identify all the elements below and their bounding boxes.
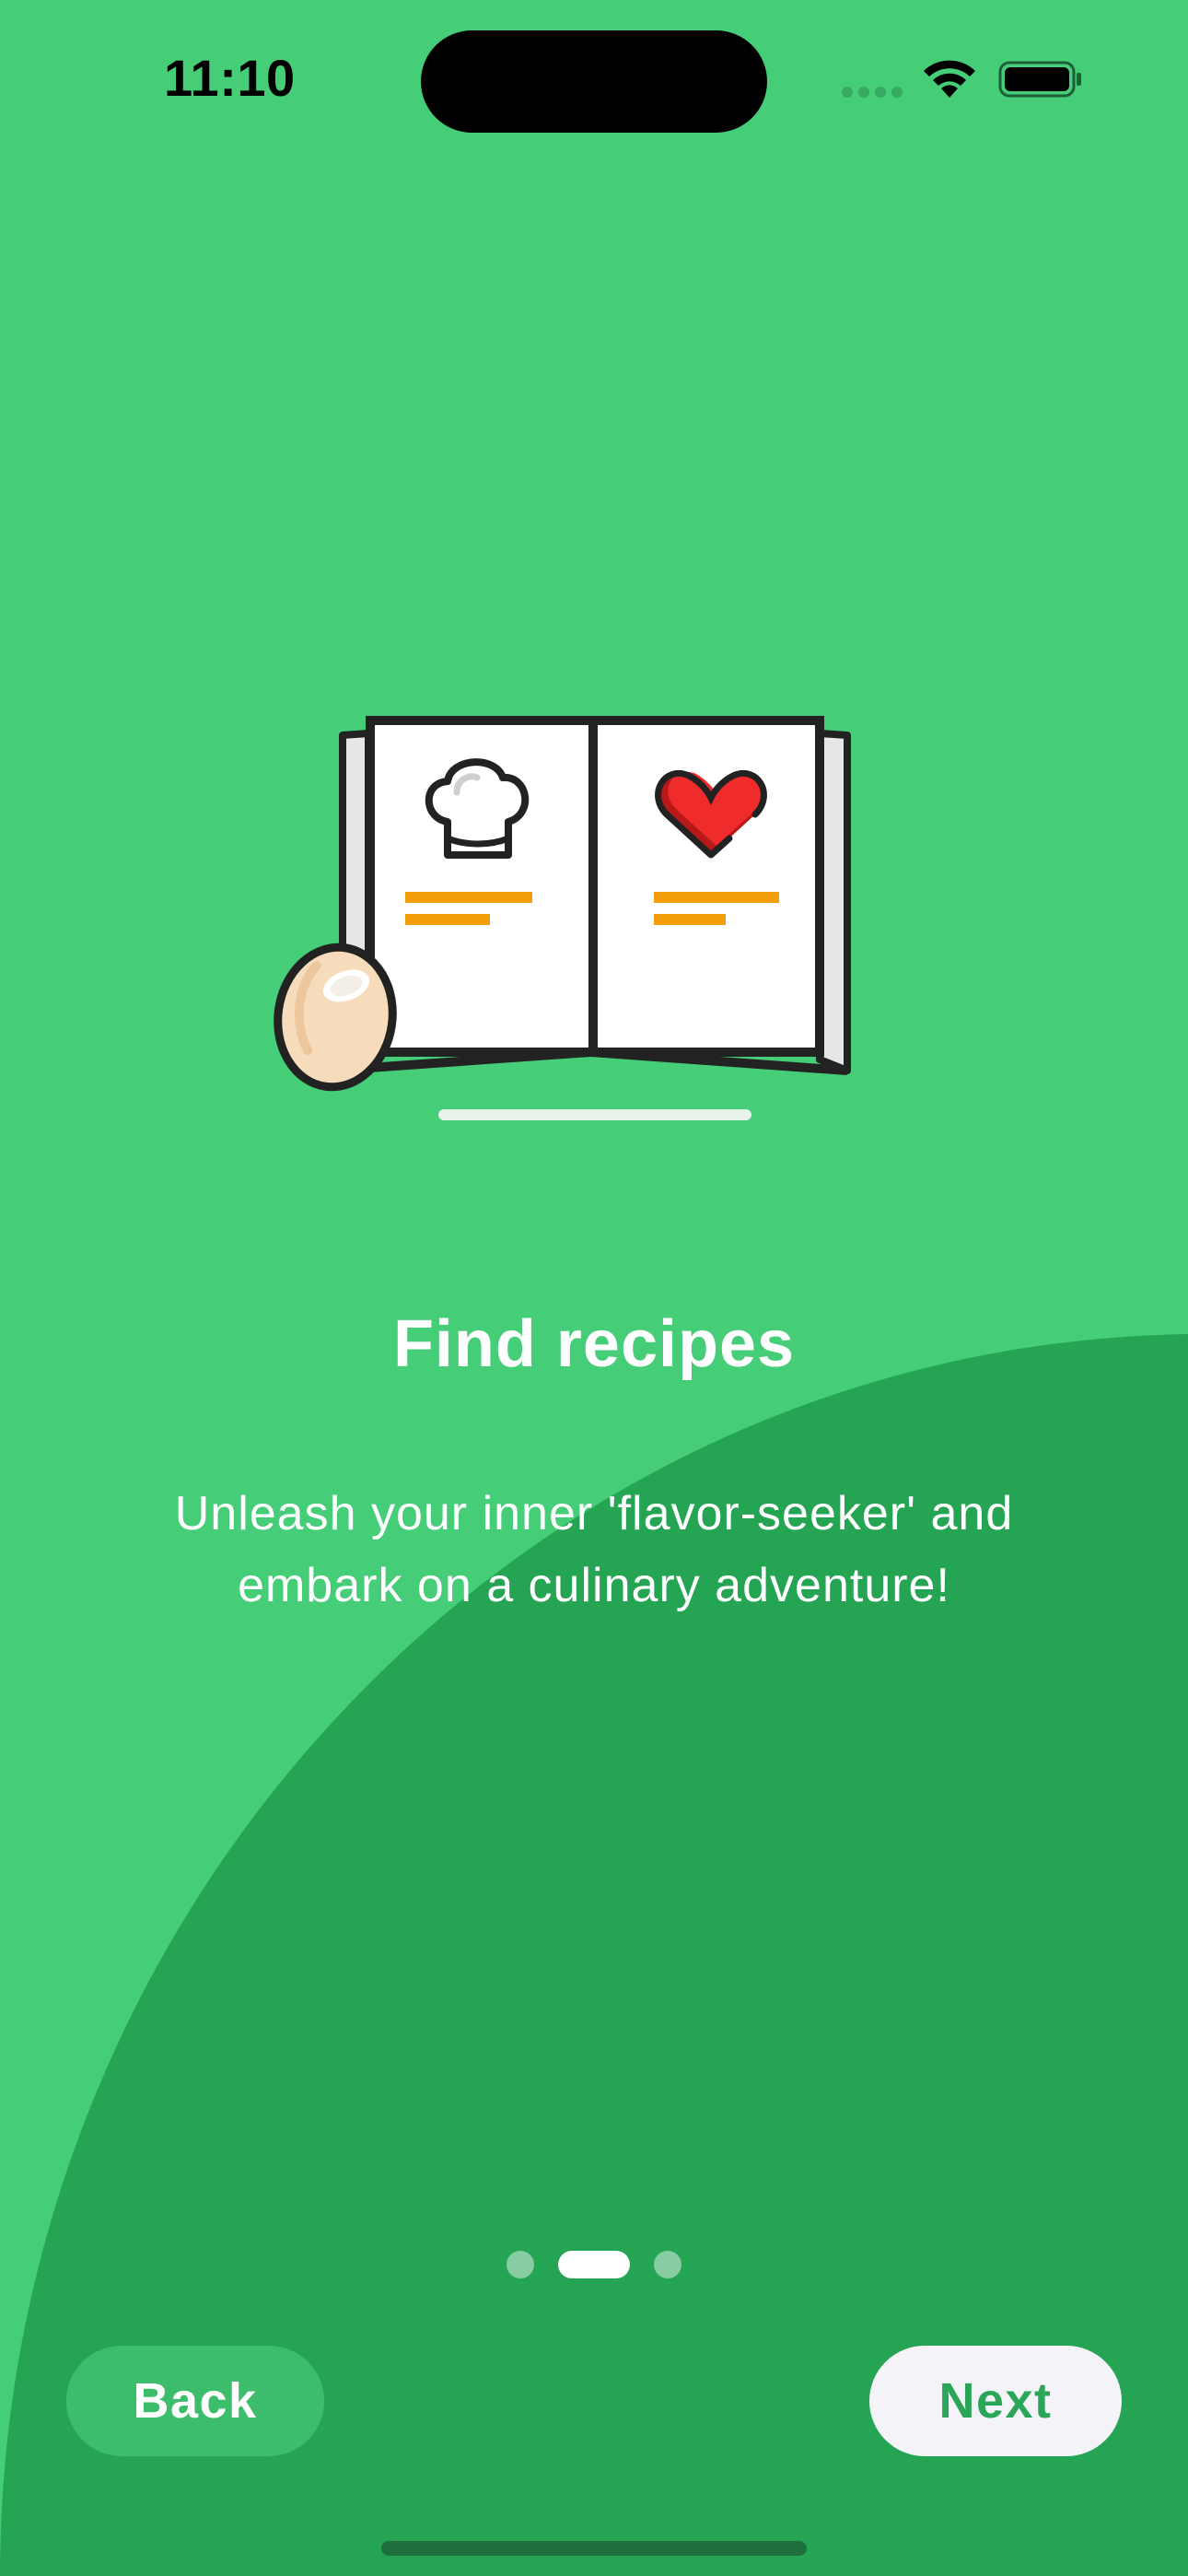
page-title: Find recipes	[392, 1307, 796, 1381]
page-subtitle: Unleash your inner 'flavor-seeker' and e…	[174, 1487, 1014, 1612]
wifi-icon	[924, 60, 975, 98]
status-time: 11:10	[164, 49, 296, 107]
back-button[interactable]: Back	[66, 2346, 324, 2456]
page-dot-3[interactable]	[654, 2251, 681, 2278]
page-dot-1[interactable]	[507, 2251, 534, 2278]
home-indicator[interactable]	[381, 2541, 807, 2556]
battery-icon	[998, 61, 1081, 98]
recipe-book-illustration	[274, 716, 851, 1120]
onboarding-screen: 11:10 Find recipes Unleash your inner 'f…	[0, 0, 1188, 2576]
dynamic-island	[421, 30, 767, 133]
page-indicator	[0, 2250, 1188, 2279]
signal-icon	[842, 87, 904, 100]
next-button[interactable]: Next	[869, 2346, 1122, 2456]
page-dot-2-active[interactable]	[558, 2251, 630, 2278]
background-curve	[0, 1334, 1188, 2576]
